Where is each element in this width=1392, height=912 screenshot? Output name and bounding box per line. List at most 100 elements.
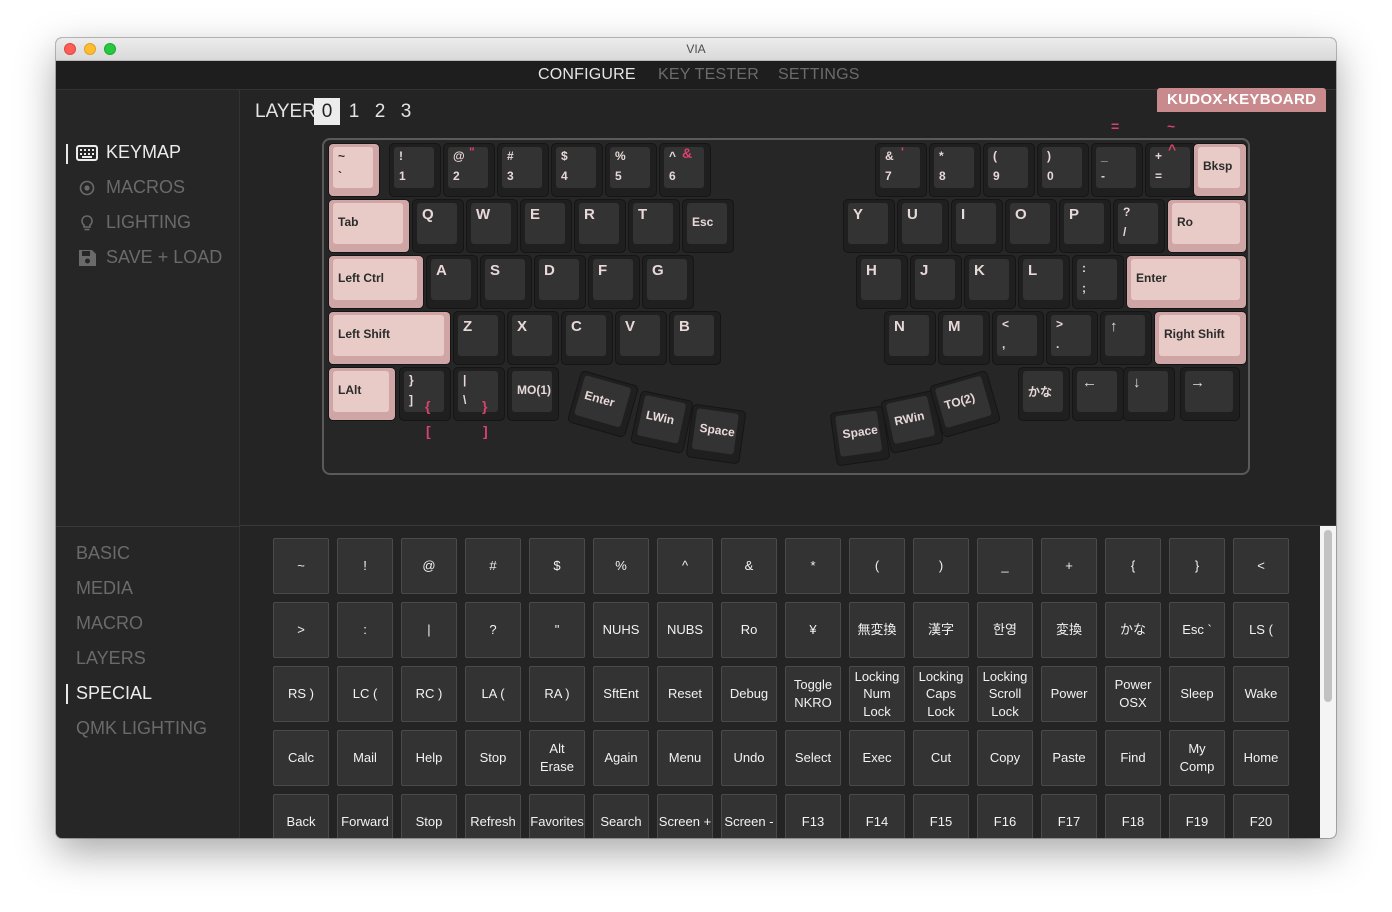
keyboard-key[interactable]: A [427, 256, 477, 308]
keyboard-key[interactable]: Enter [1127, 256, 1246, 308]
keyboard-key[interactable]: T [629, 200, 679, 252]
keyboard-key[interactable]: J [911, 256, 961, 308]
keyboard-key[interactable]: ↓ [1124, 368, 1174, 420]
tab-settings[interactable]: SETTINGS [778, 66, 860, 84]
keycode-button[interactable]: Screen - [721, 794, 777, 838]
keyboard-key[interactable]: Space [830, 406, 890, 466]
keycode-button[interactable]: Ro [721, 602, 777, 658]
keycode-button[interactable]: ! [337, 538, 393, 594]
keyboard-key[interactable]: >. [1047, 312, 1097, 364]
keycode-button[interactable]: Undo [721, 730, 777, 786]
keyboard-key[interactable]: Esc [683, 200, 733, 252]
category-special[interactable]: SPECIAL [76, 683, 152, 704]
keyboard-key[interactable]: | \ [454, 368, 504, 420]
keycode-button[interactable]: Select [785, 730, 841, 786]
layer-3-button[interactable]: 3 [393, 98, 419, 125]
keyboard-key[interactable]: LWin [631, 391, 693, 453]
keyboard-key[interactable]: S [481, 256, 531, 308]
keycode-button[interactable]: Copy [977, 730, 1033, 786]
keyboard-key[interactable]: <, [993, 312, 1043, 364]
nav-macros[interactable]: MACROS [76, 177, 185, 198]
keycode-button[interactable]: F20 [1233, 794, 1289, 838]
keycode-button[interactable]: | [401, 602, 457, 658]
keycode-button[interactable]: F15 [913, 794, 969, 838]
keyboard-key[interactable]: X [508, 312, 558, 364]
keyboard-key[interactable]: Z [454, 312, 504, 364]
keycode-button[interactable]: Home [1233, 730, 1289, 786]
keyboard-key[interactable]: Ro [1168, 200, 1246, 252]
keyboard-key[interactable]: #3 [498, 144, 548, 196]
keycode-button[interactable]: & [721, 538, 777, 594]
keycode-button[interactable]: @ [401, 538, 457, 594]
keycode-button[interactable]: { [1105, 538, 1161, 594]
keycode-button[interactable]: LC ( [337, 666, 393, 722]
keyboard-key[interactable]: Left Ctrl [329, 256, 423, 308]
keycode-button[interactable]: Esc ` [1169, 602, 1225, 658]
keycode-button[interactable]: Back [273, 794, 329, 838]
keycode-button[interactable]: Menu [657, 730, 713, 786]
keycode-button[interactable]: Search [593, 794, 649, 838]
keycode-button[interactable]: SftEnt [593, 666, 649, 722]
keyboard-key[interactable]: F [589, 256, 639, 308]
keyboard-key[interactable]: L [1019, 256, 1069, 308]
category-layers[interactable]: LAYERS [76, 648, 146, 669]
keycode-button[interactable]: Debug [721, 666, 777, 722]
keycode-button[interactable]: } [1169, 538, 1225, 594]
keyboard-key[interactable]: R [575, 200, 625, 252]
keycode-button[interactable]: * [785, 538, 841, 594]
keycode-button[interactable]: Mail [337, 730, 393, 786]
keyboard-key[interactable]: B [670, 312, 720, 364]
keyboard-key[interactable]: * 8 [930, 144, 980, 196]
keycode-button[interactable]: ? [465, 602, 521, 658]
keyboard-key[interactable]: ? / [1114, 200, 1164, 252]
keyboard-key[interactable]: P [1060, 200, 1110, 252]
keycode-button[interactable]: Stop [465, 730, 521, 786]
layer-1-button[interactable]: 1 [341, 98, 367, 125]
keyboard-key[interactable]: I [952, 200, 1002, 252]
keyboard-key[interactable]: ! 1 [390, 144, 440, 196]
keyboard-key[interactable]: C [562, 312, 612, 364]
keycode-button[interactable]: NUBS [657, 602, 713, 658]
category-media[interactable]: MEDIA [76, 578, 133, 599]
nav-lighting[interactable]: LIGHTING [76, 212, 191, 233]
keycode-button[interactable]: ) [913, 538, 969, 594]
keycode-button[interactable]: F17 [1041, 794, 1097, 838]
keycode-button[interactable]: # [465, 538, 521, 594]
keycode-button[interactable]: ¥ [785, 602, 841, 658]
keycode-button[interactable]: RA ) [529, 666, 585, 722]
layer-0-button[interactable]: 0 [314, 98, 340, 125]
keycode-button[interactable]: Toggle NKRO [785, 666, 841, 722]
keyboard-key[interactable]: K [965, 256, 1015, 308]
keycode-button[interactable]: かな [1105, 602, 1161, 658]
nav-save-load[interactable]: SAVE + LOAD [76, 247, 222, 268]
keycode-button[interactable]: F19 [1169, 794, 1225, 838]
keycode-button[interactable]: " [529, 602, 585, 658]
keyboard-key[interactable]: :; [1073, 256, 1123, 308]
keycode-button[interactable]: : [337, 602, 393, 658]
keycode-button[interactable]: Reset [657, 666, 713, 722]
keycode-button[interactable]: ( [849, 538, 905, 594]
keycode-button[interactable]: < [1233, 538, 1289, 594]
keycode-button[interactable]: ~ [273, 538, 329, 594]
keyboard-key[interactable]: G [643, 256, 693, 308]
keyboard-key[interactable]: ) 0 [1038, 144, 1088, 196]
keyboard-key[interactable]: Left Shift [329, 312, 450, 364]
layer-2-button[interactable]: 2 [367, 98, 393, 125]
keyboard-key[interactable]: Tab [329, 200, 409, 252]
keycode-button[interactable]: % [593, 538, 649, 594]
keycode-button[interactable]: Screen + [657, 794, 713, 838]
nav-keymap[interactable]: KEYMAP [76, 142, 181, 163]
keycode-button[interactable]: F14 [849, 794, 905, 838]
keyboard-key[interactable]: Space [686, 404, 746, 464]
keycode-button[interactable]: Stop [401, 794, 457, 838]
keycode-button[interactable]: Again [593, 730, 649, 786]
keycode-button[interactable]: Cut [913, 730, 969, 786]
keyboard-key[interactable]: U [898, 200, 948, 252]
keyboard-key[interactable]: ← [1073, 368, 1123, 420]
keyboard-key[interactable]: Bksp [1194, 144, 1246, 196]
keyboard-key[interactable]: LAlt [329, 368, 395, 420]
keycode-button[interactable]: Sleep [1169, 666, 1225, 722]
keycode-button[interactable]: Power OSX [1105, 666, 1161, 722]
keyboard-key[interactable]: % 5 [606, 144, 656, 196]
category-qmk-lighting[interactable]: QMK LIGHTING [76, 718, 207, 739]
